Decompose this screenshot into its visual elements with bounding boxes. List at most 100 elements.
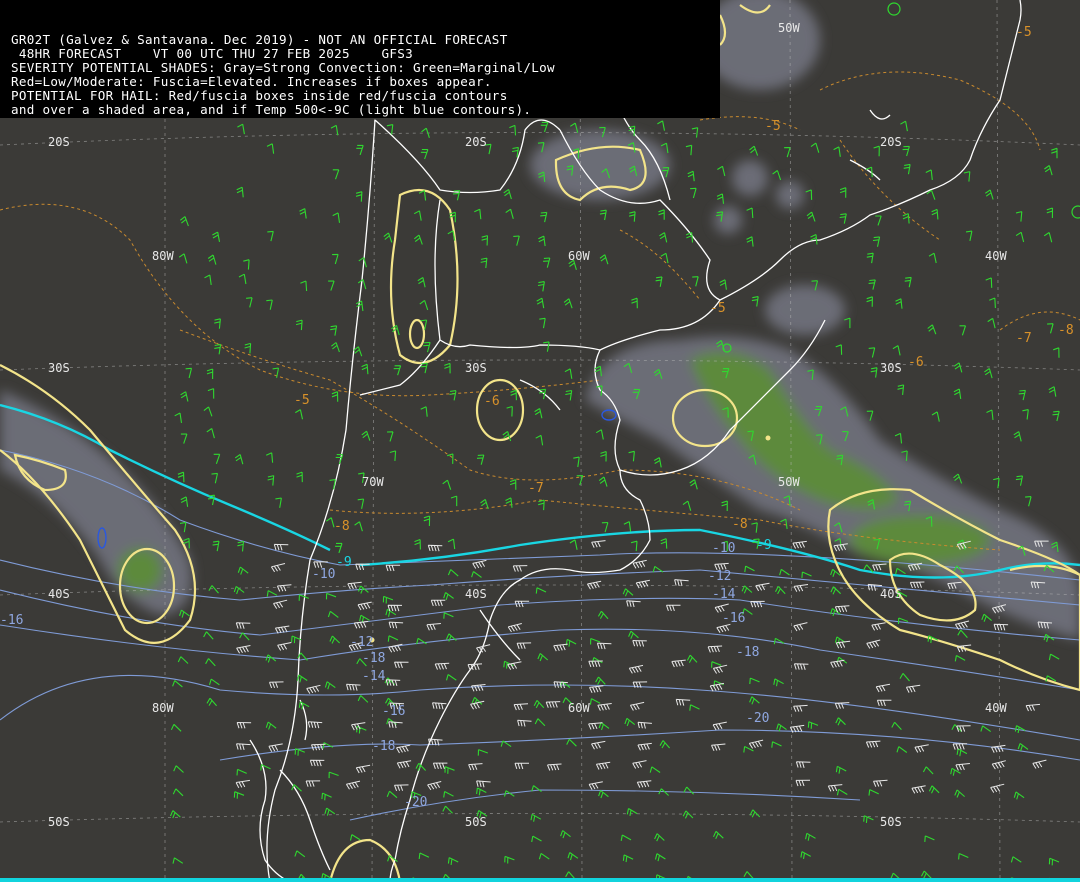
wind-barb (597, 610, 609, 620)
wind-barb (630, 540, 638, 552)
wind-barb (417, 277, 426, 288)
wind-barb (589, 685, 604, 694)
wind-barb (835, 344, 843, 355)
wind-barb (904, 276, 912, 288)
wind-barb (599, 254, 609, 265)
wind-barb (214, 318, 221, 329)
wind-barb (356, 144, 364, 156)
wind-barb (386, 790, 398, 799)
wind-barb (806, 211, 816, 222)
wind-barb (658, 209, 665, 220)
wind-barb (538, 852, 550, 860)
wind-barb (512, 565, 528, 572)
temp-label: -5 (294, 393, 310, 408)
wind-barb (394, 784, 409, 791)
wind-barb (266, 590, 278, 597)
wind-barb (601, 521, 609, 533)
wind-barb (1051, 147, 1058, 159)
wind-barb (234, 454, 244, 465)
temp-label: -8 (334, 519, 350, 534)
wind-barb (305, 780, 321, 787)
wind-barb (954, 655, 966, 662)
wind-barb (717, 165, 726, 177)
wind-barb (989, 297, 996, 309)
wind-barb (596, 642, 612, 650)
wind-barb (746, 236, 754, 247)
temp-label: -14 (362, 669, 386, 684)
wind-barb (430, 599, 446, 607)
wind-barb (237, 123, 245, 135)
wind-barb (273, 599, 288, 609)
wind-barb (517, 719, 532, 727)
wind-barb (480, 257, 488, 269)
wind-barb (980, 725, 992, 733)
wind-barb (243, 259, 250, 270)
wind-barb (533, 700, 545, 709)
wind-barb (481, 235, 489, 246)
wind-barb (178, 253, 188, 264)
wind-barb (711, 743, 726, 752)
wind-barb (952, 743, 968, 750)
wind-barb (266, 143, 275, 154)
wind-barb (637, 742, 652, 751)
wind-barb (868, 789, 879, 796)
wind-barb (628, 664, 644, 674)
wind-barb (537, 281, 545, 292)
wind-barb (204, 274, 212, 285)
wind-barb (637, 721, 652, 729)
wind-barb (1015, 211, 1023, 222)
wind-barb (266, 299, 273, 310)
wind-barb (655, 276, 663, 287)
wind-barb (309, 759, 325, 767)
wind-barb (741, 585, 753, 594)
wind-barb (896, 746, 908, 753)
wind-barb (771, 741, 782, 748)
grid-label: 20S (48, 135, 70, 149)
wind-barb (622, 854, 634, 863)
wind-barb (954, 620, 970, 630)
wind-barb (565, 638, 577, 647)
wind-barb (622, 588, 634, 597)
wind-barb (744, 565, 755, 573)
temp-label: -16 (722, 611, 745, 626)
wind-barb (914, 744, 929, 753)
wind-barb (707, 645, 723, 653)
wind-barb (328, 280, 335, 291)
wind-barb (206, 368, 214, 380)
wind-barb (1048, 386, 1057, 397)
wind-barb (1025, 496, 1032, 507)
wind-barb (355, 764, 371, 774)
wind-barb (629, 701, 645, 711)
wind-barb (235, 622, 251, 629)
wind-barb (993, 623, 1009, 631)
wind-barb (632, 559, 647, 569)
wind-barb (321, 792, 332, 801)
wind-barb (212, 540, 220, 552)
wind-barb (836, 788, 848, 796)
wind-barb (721, 500, 728, 512)
wind-barb (207, 254, 217, 265)
wind-barb (749, 809, 761, 818)
wind-barb (567, 852, 579, 861)
wind-barb (447, 538, 456, 550)
wind-barb (805, 832, 816, 841)
wind-barb (1025, 703, 1041, 712)
grid-label: 30S (48, 361, 70, 375)
wind-barb (793, 663, 809, 670)
wind-barb (203, 631, 214, 640)
wind-barb (793, 704, 808, 712)
wind-barb (476, 644, 491, 654)
wind-barb (332, 169, 340, 180)
wind-barb (177, 656, 189, 664)
wind-barb (931, 411, 940, 422)
wind-barb (1048, 857, 1060, 866)
wind-barb (353, 620, 369, 629)
wind-barb (872, 563, 887, 571)
temp-label: -10 (712, 541, 735, 556)
wind-barb (443, 791, 454, 798)
wind-barb (632, 760, 647, 769)
wind-barb (892, 345, 901, 356)
wind-barb (666, 604, 681, 612)
wind-barb (891, 721, 902, 730)
wind-barb (657, 120, 666, 131)
